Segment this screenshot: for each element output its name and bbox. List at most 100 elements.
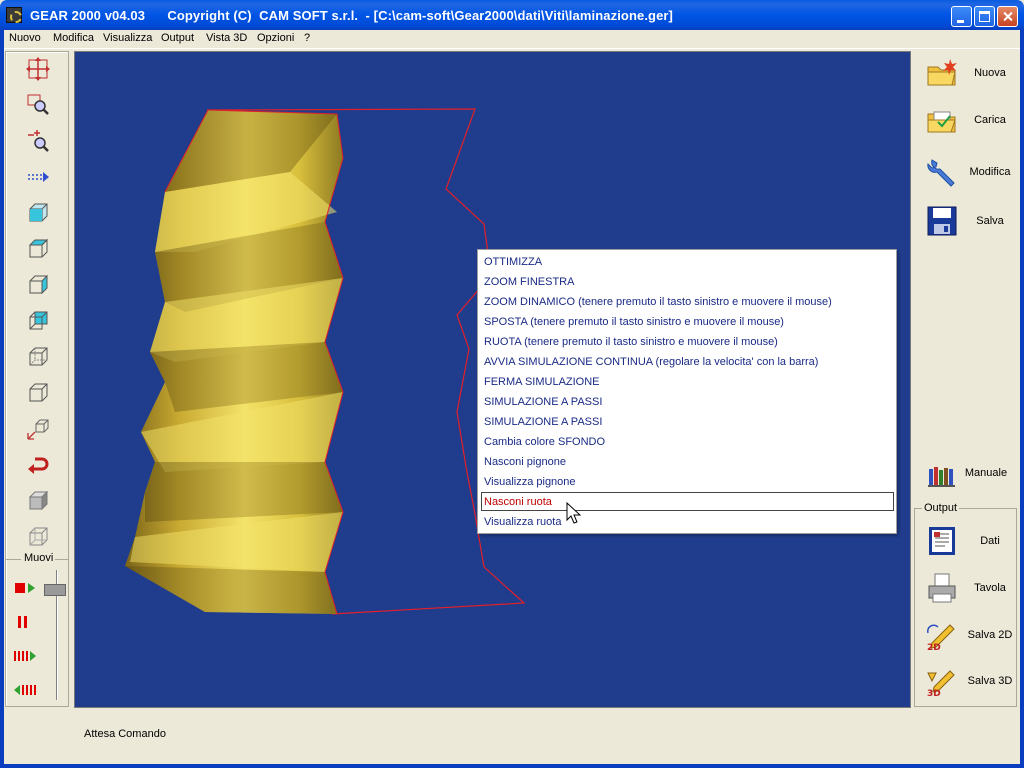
carica-label: Carica [974,114,1006,126]
status-text: Attesa Comando [84,728,166,740]
salva-label: Salva [976,215,1004,227]
rotate-axes-button[interactable] [24,415,52,443]
menu-bar: Nuovo Modifica Visualizza Output Vista 3… [0,30,1024,49]
pan-move-icon [26,57,50,81]
nuova-label: Nuova [974,67,1006,79]
ctx-sposta[interactable]: SPOSTA (tenere premuto il tasto sinistro… [484,313,784,332]
ctx-visualizza-ruota[interactable]: Visualizza ruota [484,513,561,532]
cube-wire-button[interactable] [24,343,52,371]
wrench-icon [927,159,955,187]
nuova-button[interactable]: Nuova [922,53,1014,93]
svg-text:2D: 2D [927,643,941,651]
menu-nuovo[interactable]: Nuovo [9,32,41,44]
step-back-button[interactable] [11,676,39,704]
pause-button[interactable] [9,608,37,636]
window-title: GEAR 2000 v04.03 Copyright (C) CAM SOFT … [30,8,673,23]
ctx-zoom-finestra[interactable]: ZOOM FINESTRA [484,273,574,292]
output-group: Output Dati Tavola 2D Salva 2D 3D Salva … [914,502,1017,707]
play-button[interactable] [12,574,40,602]
zoom-window-button[interactable] [24,91,52,119]
pause-icon [18,616,27,628]
ctx-simulazione-passi-2[interactable]: SIMULAZIONE A PASSI [484,413,602,432]
carica-button[interactable]: Carica [922,100,1014,140]
pencil-2d-icon: 2D [926,624,955,651]
maximize-button[interactable] [974,6,995,27]
salva-2d-button[interactable]: 2D Salva 2D [922,615,1014,655]
arrow-right-button[interactable] [24,163,52,191]
close-button[interactable] [997,6,1018,27]
salva-button[interactable]: Salva [922,201,1014,241]
output-group-label: Output [922,502,960,514]
ctx-avvia-simulazione[interactable]: AVVIA SIMULAZIONE CONTINUA (regolare la … [484,353,818,372]
muovi-separator-left [6,559,21,560]
salva-3d-label: Salva 3D [967,675,1013,687]
manuale-button[interactable]: Manuale [922,453,1014,493]
step-back-icon [14,685,36,695]
zoom-window-icon [27,94,49,115]
cube-side-button[interactable] [24,271,52,299]
new-folder-icon [927,59,957,86]
step-forward-icon [14,651,36,661]
zoom-dynamic-button[interactable] [24,127,52,155]
cube-top-icon [28,238,49,258]
menu-visualizza[interactable]: Visualizza [103,32,152,44]
menu-vista-3d[interactable]: Vista 3D [206,32,247,44]
minimize-button[interactable] [951,6,972,27]
menu-modifica[interactable]: Modifica [53,32,94,44]
ctx-zoom-dinamico[interactable]: ZOOM DINAMICO (tenere premuto il tasto s… [484,293,832,312]
open-folder-icon [927,111,956,133]
tavola-label: Tavola [974,582,1006,594]
menu-output[interactable]: Output [161,32,194,44]
window-frame-right [1020,30,1024,768]
context-menu: OTTIMIZZA ZOOM FINESTRA ZOOM DINAMICO (t… [477,249,897,534]
close-icon [998,7,1017,26]
ctx-nascondi-pignone[interactable]: Nasconi pignone [484,453,566,472]
tavola-button[interactable]: Tavola [922,568,1014,608]
cube-top-button[interactable] [24,235,52,263]
status-bar: Attesa Comando [4,712,1020,764]
muovi-separator-right [55,559,69,560]
window-frame-bottom [0,764,1024,768]
books-icon [928,467,955,487]
dati-label: Dati [980,535,1000,547]
ctx-ferma-simulazione[interactable]: FERMA SIMULAZIONE [484,373,600,392]
cube-hidden-icon [29,527,48,546]
floppy-disk-icon [927,206,957,236]
zoom-dynamic-icon [28,130,49,152]
svg-text:3D: 3D [927,689,941,697]
cube-solid-button[interactable] [24,487,52,515]
cube-iso-button[interactable] [24,307,52,335]
ctx-ottimizza[interactable]: OTTIMIZZA [484,253,542,272]
cube-hidden-button[interactable] [24,523,52,551]
printer-icon [928,573,956,603]
cube-wire2-button[interactable] [24,379,52,407]
menu-opzioni[interactable]: Opzioni [257,32,294,44]
ctx-nascondi-ruota[interactable]: Nasconi ruota [481,492,894,511]
menu-help[interactable]: ? [304,32,310,44]
cube-front-button[interactable] [24,199,52,227]
step-forward-button[interactable] [11,642,39,670]
undo-arrow-icon [28,457,49,474]
modifica-label: Modifica [969,166,1011,178]
document-data-icon [929,527,955,555]
salva-3d-button[interactable]: 3D Salva 3D [922,661,1014,701]
stop-play-icon [15,583,35,593]
dati-button[interactable]: Dati [922,521,1014,561]
undo-arrow-button[interactable] [24,451,52,479]
pan-move-button[interactable] [24,55,52,83]
ctx-ruota[interactable]: RUOTA (tenere premuto il tasto sinistro … [484,333,778,352]
manuale-label: Manuale [964,467,1008,479]
cube-iso-icon [29,311,48,330]
ctx-cambia-sfondo[interactable]: Cambia colore SFONDO [484,433,605,452]
salva-2d-label: Salva 2D [967,629,1013,641]
window-frame-left [0,30,4,768]
speed-slider-thumb[interactable] [44,584,66,596]
left-toolbar: Muovi [5,51,69,707]
cube-front-icon [29,203,48,222]
arrow-right-icon [28,172,49,182]
modifica-button[interactable]: Modifica [922,152,1014,192]
ctx-simulazione-passi-1[interactable]: SIMULAZIONE A PASSI [484,393,602,412]
app-gear-icon[interactable] [6,7,22,23]
mouse-cursor-icon [566,502,582,524]
ctx-visualizza-pignone[interactable]: Visualizza pignone [484,473,576,492]
